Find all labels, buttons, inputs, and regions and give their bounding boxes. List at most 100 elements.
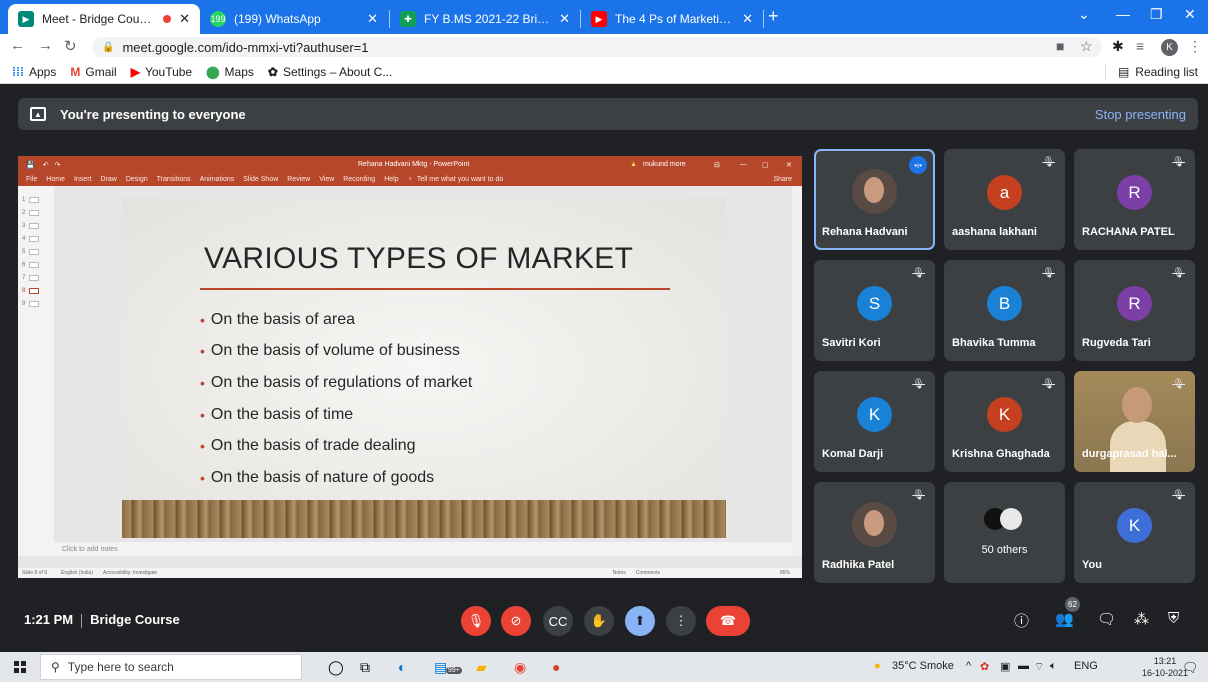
undo-icon[interactable]: ↶: [43, 161, 49, 169]
tab-search-icon[interactable]: ⌄: [1078, 6, 1090, 23]
extensions-icon[interactable]: ✱: [1112, 38, 1124, 55]
volume-icon[interactable]: 🔈︎: [1050, 660, 1057, 673]
current-slide[interactable]: VARIOUS TYPES OF MARKET On the basis of …: [122, 198, 726, 538]
edge-icon[interactable]: ◐: [398, 659, 406, 675]
ribbon-tab[interactable]: Slide Show: [243, 176, 278, 183]
participant-tile[interactable]: a aashana lakhani 🎙︎: [944, 149, 1065, 250]
participant-tile[interactable]: K You 🎙︎: [1074, 482, 1195, 583]
new-tab-icon[interactable]: +: [768, 6, 779, 27]
camera-in-use-icon[interactable]: ■: [1056, 38, 1064, 54]
ribbon-tab[interactable]: Design: [126, 176, 148, 183]
slide-thumbnail[interactable]: 4: [22, 236, 40, 242]
tray-app-icon[interactable]: ✿: [980, 660, 989, 673]
ribbon-tab[interactable]: Help: [384, 176, 398, 183]
ribbon-tab[interactable]: Insert: [74, 176, 92, 183]
participant-tile[interactable]: 50 others: [944, 482, 1065, 583]
forward-icon[interactable]: →: [38, 37, 53, 54]
file-explorer-icon[interactable]: ▰: [476, 659, 487, 676]
participant-tile[interactable]: K Krishna Ghaghada 🎙︎: [944, 371, 1065, 472]
wifi-icon[interactable]: ⌔: [1034, 660, 1044, 674]
present-now-button[interactable]: ⬆: [625, 606, 655, 636]
taskbar-search-input[interactable]: ⚲ Type here to search: [40, 654, 302, 680]
close-tab-icon[interactable]: ✕: [179, 11, 190, 27]
camera-off-button[interactable]: ⊘: [501, 606, 531, 636]
captions-button[interactable]: CC: [543, 606, 573, 636]
media-icon[interactable]: ≡: [1136, 38, 1144, 54]
participant-tile[interactable]: S Savitri Kori 🎙︎: [814, 260, 935, 361]
cortana-icon[interactable]: ◯: [328, 659, 344, 676]
tab-meet[interactable]: ▶ Meet - Bridge Course ✕: [8, 4, 200, 34]
redo-icon[interactable]: ↷: [55, 161, 61, 169]
slide-thumbnail[interactable]: 3: [22, 223, 40, 229]
ribbon-tab[interactable]: Draw: [100, 176, 116, 183]
chrome-icon[interactable]: ◉: [514, 659, 526, 676]
chat-icon[interactable]: 🗨: [1097, 610, 1116, 628]
microphone-off-button[interactable]: 🎙︎: [461, 606, 491, 636]
participant-tile[interactable]: R RACHANA PATEL 🎙︎: [1074, 149, 1195, 250]
tray-chevron-icon[interactable]: ^: [966, 660, 971, 672]
close-tab-icon[interactable]: ✕: [742, 11, 753, 27]
close-window-icon[interactable]: ✕: [1184, 6, 1196, 23]
weather-icon[interactable]: ●: [874, 660, 881, 672]
task-view-icon[interactable]: ⧉: [360, 659, 370, 676]
participant-tile[interactable]: K Komal Darji 🎙︎: [814, 371, 935, 472]
tray-network-icon[interactable]: ▣: [1000, 660, 1010, 673]
ribbon-tab[interactable]: Animations: [200, 176, 235, 183]
notifications-icon[interactable]: 🗨: [1182, 660, 1199, 676]
language-indicator[interactable]: ENG: [1074, 660, 1098, 672]
windows-start-icon[interactable]: [14, 661, 26, 673]
more-options-button[interactable]: ⋮: [666, 606, 696, 636]
ppt-minimize-icon[interactable]: —: [740, 161, 747, 168]
ribbon-tab[interactable]: File: [26, 176, 37, 183]
status-language[interactable]: English (India): [61, 570, 93, 576]
minimize-icon[interactable]: —: [1116, 6, 1130, 22]
tab-whatsapp[interactable]: 199 (199) WhatsApp ✕: [200, 4, 388, 34]
ppt-restore-icon[interactable]: ▢: [762, 161, 769, 169]
zoom-level[interactable]: 85%: [780, 570, 790, 576]
ribbon-tab[interactable]: View: [319, 176, 334, 183]
tab-4ps-marketing[interactable]: ▶ The 4 Ps of Marketing - The Mar ✕: [581, 4, 763, 34]
stop-presenting-button[interactable]: Stop presenting: [1095, 107, 1186, 122]
slide-thumbnail[interactable]: 9: [22, 301, 40, 307]
participant-tile[interactable]: Rehana Hadvani •ı•: [814, 149, 935, 250]
slide-thumbnail-selected[interactable]: 8: [22, 288, 40, 294]
bookmark-apps[interactable]: ⁞⁞⁞ Apps: [12, 65, 56, 79]
bookmark-settings[interactable]: ✿ Settings – About C...: [268, 65, 392, 79]
people-icon[interactable]: 👥: [1055, 610, 1074, 628]
notes-toggle[interactable]: Notes: [613, 570, 626, 576]
tab-fy-bms[interactable]: ✚ FY B.MS 2021-22 Bridge Course / ✕: [390, 4, 580, 34]
reload-icon[interactable]: ↻: [64, 37, 77, 55]
ribbon-tab[interactable]: Recording: [343, 176, 375, 183]
ribbon-tab[interactable]: Transitions: [157, 176, 191, 183]
participant-tile[interactable]: durgaprasad hal... 🎙︎: [1074, 371, 1195, 472]
bookmark-star-icon[interactable]: ☆: [1080, 38, 1093, 55]
battery-icon[interactable]: ▬: [1018, 660, 1029, 672]
bookmark-gmail[interactable]: M Gmail: [70, 65, 116, 79]
participant-tile[interactable]: R Rugveda Tari 🎙︎: [1074, 260, 1195, 361]
ribbon-tab[interactable]: Home: [46, 176, 65, 183]
tell-me-search[interactable]: Tell me what you want to do: [417, 176, 503, 183]
slide-thumbnail[interactable]: 5: [22, 249, 40, 255]
raise-hand-button[interactable]: ✋: [584, 606, 614, 636]
host-controls-icon[interactable]: ⛨: [1168, 610, 1179, 627]
back-icon[interactable]: ←: [10, 37, 25, 54]
save-icon[interactable]: 💾: [26, 161, 35, 169]
ppt-close-icon[interactable]: ✕: [786, 161, 792, 169]
leave-call-button[interactable]: ☎: [706, 606, 750, 636]
powerpoint-icon[interactable]: ●: [552, 659, 560, 675]
slide-thumbnail[interactable]: 6: [22, 262, 40, 268]
meeting-info-icon[interactable]: ⓘ: [1014, 610, 1029, 631]
close-tab-icon[interactable]: ✕: [559, 11, 570, 27]
slide-thumbnail[interactable]: 1: [22, 197, 40, 203]
slide-thumbnail[interactable]: 2: [22, 210, 40, 216]
close-tab-icon[interactable]: ✕: [367, 11, 378, 27]
weather-text[interactable]: 35°C Smoke: [892, 660, 954, 672]
restore-icon[interactable]: ❐: [1150, 6, 1163, 23]
ppt-user[interactable]: mukund more: [643, 161, 686, 168]
share-button[interactable]: Share: [773, 176, 792, 183]
bookmark-maps[interactable]: ⬤ Maps: [206, 65, 254, 79]
participant-tile[interactable]: Radhika Patel 🎙︎: [814, 482, 935, 583]
store-icon[interactable]: ▤: [434, 659, 447, 676]
ppt-scrollbar[interactable]: [792, 186, 802, 556]
participant-tile[interactable]: B Bhavika Tumma 🎙︎: [944, 260, 1065, 361]
